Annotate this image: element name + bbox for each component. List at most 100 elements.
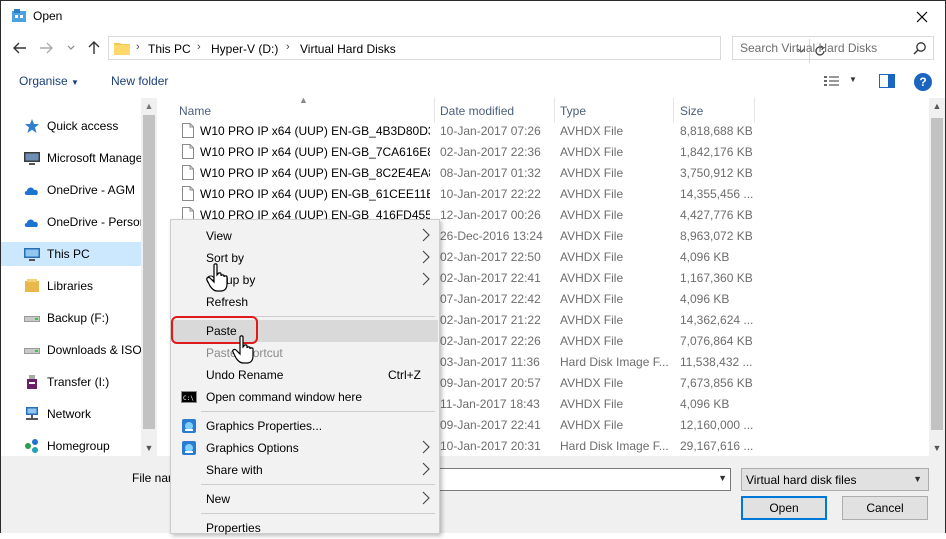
hand-cursor-icon — [206, 263, 228, 292]
submenu-arrow-icon — [422, 272, 430, 286]
file-type-select[interactable]: Virtual hard disk files ▼ — [741, 468, 929, 491]
file-date: 02-Jan-2017 21:22 — [440, 313, 541, 327]
svg-text:C:\: C:\ — [183, 395, 194, 402]
menu-item-properties[interactable]: Properties — [172, 517, 438, 539]
search-input[interactable] — [733, 37, 913, 59]
arrow-right-icon — [40, 42, 53, 54]
open-button[interactable]: Open — [741, 496, 827, 520]
chevron-down-icon: ▼ — [913, 474, 922, 484]
file-date: 02-Jan-2017 22:50 — [440, 250, 541, 264]
file-date: 09-Jan-2017 22:41 — [440, 418, 541, 432]
submenu-arrow-icon — [422, 462, 430, 476]
details-view-icon — [824, 76, 839, 86]
file-size: 4,096 KB — [680, 292, 730, 306]
file-list-scrollbar[interactable]: ▲ ▼ — [929, 98, 945, 456]
chevron-down-icon[interactable]: ▼ — [718, 473, 727, 483]
cloud-icon — [23, 182, 41, 198]
scroll-down-icon[interactable]: ▼ — [929, 440, 945, 456]
chevron-down-icon: ▼ — [71, 78, 79, 87]
scroll-thumb[interactable] — [143, 115, 155, 429]
menu-item-graphics-properties[interactable]: Graphics Properties... — [172, 415, 438, 437]
nav-item-homegroup[interactable]: Homegroup — [1, 434, 141, 456]
up-button[interactable] — [85, 39, 103, 57]
help-button[interactable]: ? — [914, 73, 932, 91]
menu-item-new[interactable]: New — [172, 488, 438, 510]
change-view-button[interactable]: ▼ — [823, 74, 863, 90]
file-size: 1,167,360 KB — [680, 271, 753, 285]
menu-item-paste-shortcut[interactable]: Paste shortcut — [172, 342, 438, 364]
scroll-thumb[interactable] — [931, 118, 943, 430]
file-name: W10 PRO IP x64 (UUP) EN-GB_8C2E4EA8-... — [200, 166, 430, 180]
submenu-arrow-icon — [422, 491, 430, 505]
file-size: 7,076,864 KB — [680, 334, 753, 348]
nav-item-quick-access[interactable]: Quick access — [1, 114, 141, 138]
nav-item-label: Downloads & ISO — [47, 343, 142, 357]
file-type: AVHDX File — [560, 124, 624, 138]
file-name: W10 PRO IP x64 (UUP) EN-GB_61CEE11E-... — [200, 187, 430, 201]
file-type: AVHDX File — [560, 187, 624, 201]
close-icon — [916, 11, 928, 22]
forward-button[interactable] — [37, 39, 55, 57]
recent-locations-button[interactable] — [65, 39, 77, 57]
nav-item-transfer-i[interactable]: Transfer (I:) — [1, 370, 141, 394]
file-size: 8,963,072 KB — [680, 229, 753, 243]
file-date: 09-Jan-2017 20:57 — [440, 376, 541, 390]
folder-icon — [114, 43, 130, 55]
new-folder-button[interactable]: New folder — [111, 74, 168, 88]
breadcrumb-virtual-hard-disks[interactable]: Virtual Hard Disks — [300, 42, 396, 56]
preview-pane-icon[interactable] — [879, 74, 895, 88]
column-header-date[interactable]: Date modified — [440, 104, 514, 118]
breadcrumb-separator: › — [286, 41, 290, 53]
back-button[interactable] — [11, 39, 29, 57]
nav-item-network[interactable]: Network — [1, 402, 141, 426]
breadcrumb-hyper-v[interactable]: Hyper-V (D:) — [211, 42, 278, 56]
menu-item-graphics-options[interactable]: Graphics Options — [172, 437, 438, 459]
column-header-name[interactable]: Name — [179, 104, 211, 118]
scroll-down-icon[interactable]: ▼ — [141, 440, 157, 456]
menu-item-undo-rename[interactable]: Undo Rename Ctrl+Z — [172, 364, 438, 386]
drive-icon — [23, 342, 41, 358]
nav-item-label: Libraries — [47, 279, 94, 293]
file-row[interactable]: W10 PRO IP x64 (UUP) EN-GB_4B3D80D3-... 1… — [157, 120, 929, 141]
search-box[interactable] — [732, 36, 934, 60]
file-type: AVHDX File — [560, 397, 624, 411]
menu-item-refresh[interactable]: Refresh — [172, 291, 438, 313]
menu-item-share-with[interactable]: Share with — [172, 459, 438, 481]
column-header-type[interactable]: Type — [560, 104, 586, 118]
nav-item-downloads-iso[interactable]: Downloads & ISO — [1, 338, 142, 362]
nav-item-onedrive-agm[interactable]: OneDrive - AGM — [1, 178, 141, 202]
cancel-button[interactable]: Cancel — [842, 496, 928, 520]
hand-cursor-icon — [232, 335, 254, 364]
close-button[interactable] — [899, 1, 945, 32]
breadcrumb-this-pc[interactable]: This PC — [148, 42, 191, 56]
library-icon — [23, 278, 41, 294]
menu-item-view[interactable]: View — [172, 225, 438, 247]
file-row[interactable]: W10 PRO IP x64 (UUP) EN-GB_61CEE11E-... 1… — [157, 183, 929, 204]
address-bar[interactable]: › This PC › Hyper-V (D:) › Virtual Hard … — [108, 36, 825, 63]
menu-separator — [201, 411, 435, 412]
file-row[interactable]: W10 PRO IP x64 (UUP) EN-GB_8C2E4EA8-... 0… — [157, 162, 929, 183]
file-name: W10 PRO IP x64 (UUP) EN-GB_4B3D80D3-... — [200, 124, 430, 138]
file-date: 03-Jan-2017 11:36 — [440, 355, 540, 369]
nav-item-backup-f[interactable]: Backup (F:) — [1, 306, 141, 330]
column-header-size[interactable]: Size — [680, 104, 703, 118]
nav-item-label: OneDrive - Persor — [47, 215, 144, 229]
menu-item-open-command-window[interactable]: C:\ Open command window here — [172, 386, 438, 408]
file-row[interactable]: W10 PRO IP x64 (UUP) EN-GB_7CA616E8-... 0… — [157, 141, 929, 162]
file-name-input[interactable]: ▼ — [439, 468, 731, 491]
nav-item-onedrive-persor[interactable]: OneDrive - Persor — [1, 210, 144, 234]
title-bar[interactable]: Open — [1, 1, 945, 32]
nav-item-label: Homegroup — [47, 439, 110, 453]
file-type: Hard Disk Image F... — [560, 355, 669, 369]
nav-scrollbar[interactable]: ▲ ▼ — [141, 98, 157, 456]
nav-item-microsoft-manage[interactable]: Microsoft Manage — [1, 146, 142, 170]
nav-item-libraries[interactable]: Libraries — [1, 274, 141, 298]
file-date: 07-Jan-2017 22:42 — [440, 292, 541, 306]
nav-item-label: Transfer (I:) — [47, 375, 110, 389]
nav-item-label: This PC — [47, 247, 90, 261]
file-date: 26-Dec-2016 13:24 — [440, 229, 543, 243]
nav-item-this-pc[interactable]: This PC — [1, 242, 141, 266]
scroll-up-icon[interactable]: ▲ — [141, 98, 157, 114]
scroll-up-icon[interactable]: ▲ — [929, 98, 945, 114]
organise-button[interactable]: Organise ▼ — [19, 74, 79, 88]
